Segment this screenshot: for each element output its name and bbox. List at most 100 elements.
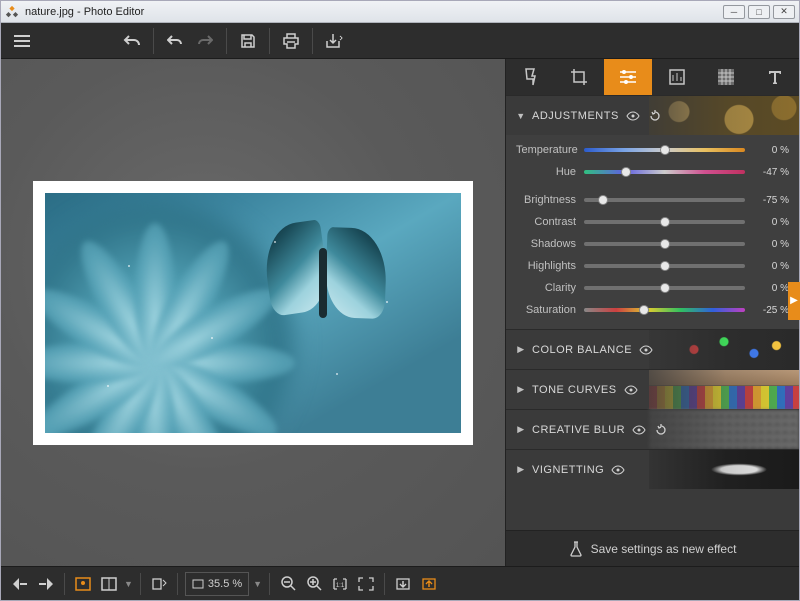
- separator: [269, 573, 270, 595]
- zoom-level[interactable]: 35.5 %: [185, 572, 249, 596]
- expand-icon: ▶: [516, 344, 526, 355]
- slider-thumb[interactable]: [660, 217, 670, 227]
- slider-label: Highlights: [516, 260, 584, 272]
- slider-thumb[interactable]: [660, 261, 670, 271]
- slider-value: -75 %: [745, 195, 789, 206]
- rotate-button[interactable]: [146, 571, 172, 597]
- side-panel: ▼ ADJUSTMENTS Temperature0 %Hue-47 %Brig…: [505, 59, 799, 566]
- collapse-icon: ▼: [516, 111, 526, 121]
- slider-thumb[interactable]: [621, 167, 631, 177]
- slider-thumb[interactable]: [660, 283, 670, 293]
- slider-track[interactable]: [584, 198, 745, 202]
- image-canvas[interactable]: [33, 181, 473, 445]
- slider-value: -25 %: [745, 305, 789, 316]
- close-button[interactable]: ✕: [773, 5, 795, 19]
- section-title: CREATIVE BLUR: [532, 424, 625, 436]
- slider-track[interactable]: [584, 170, 745, 174]
- tab-histogram[interactable]: [652, 59, 701, 95]
- print-button[interactable]: [276, 26, 306, 56]
- compare-view-button[interactable]: [96, 571, 122, 597]
- section-title: ADJUSTMENTS: [532, 110, 619, 122]
- undo-button[interactable]: [160, 26, 190, 56]
- reset-icon[interactable]: [653, 422, 669, 438]
- import-button[interactable]: [390, 571, 416, 597]
- side-tabs: [506, 59, 799, 95]
- slider-value: 0 %: [745, 217, 789, 228]
- zoom-in-button[interactable]: [301, 571, 327, 597]
- section-adjustments[interactable]: ▼ ADJUSTMENTS: [506, 95, 799, 135]
- dropdown-icon[interactable]: ▼: [253, 579, 262, 589]
- separator: [64, 573, 65, 595]
- slider-thumb[interactable]: [639, 305, 649, 315]
- slider-track[interactable]: [584, 148, 745, 152]
- zoom-fit-button[interactable]: [353, 571, 379, 597]
- tab-crop[interactable]: [555, 59, 604, 95]
- zoom-out-button[interactable]: [275, 571, 301, 597]
- tab-texture[interactable]: [701, 59, 750, 95]
- tab-adjust[interactable]: [604, 59, 653, 95]
- slider-thumb[interactable]: [660, 239, 670, 249]
- reset-icon[interactable]: [647, 108, 663, 124]
- section-title: VIGNETTING: [532, 464, 604, 476]
- slider-thumb[interactable]: [598, 195, 608, 205]
- redo-button[interactable]: [190, 26, 220, 56]
- flask-icon: [569, 541, 583, 557]
- fit-icon: [192, 579, 204, 589]
- separator: [153, 28, 154, 54]
- export-button[interactable]: [319, 26, 349, 56]
- zoom-100-button[interactable]: 1:1: [327, 571, 353, 597]
- slider-track[interactable]: [584, 264, 745, 268]
- slider-contrast: Contrast 0 %: [516, 211, 789, 233]
- slider-temperature: Temperature0 %: [516, 139, 789, 161]
- section-vignetting[interactable]: ▶ VIGNETTING: [506, 449, 799, 489]
- sliders-group: Temperature0 %Hue-47 %Brightness-75 %Con…: [506, 135, 799, 329]
- slider-highlights: Highlights0 %: [516, 255, 789, 277]
- single-view-button[interactable]: [70, 571, 96, 597]
- slider-value: -47 %: [745, 167, 789, 178]
- section-tone-curves[interactable]: ▶ TONE CURVES: [506, 369, 799, 409]
- visibility-icon[interactable]: [631, 422, 647, 438]
- tab-text[interactable]: [750, 59, 799, 95]
- svg-text:1:1: 1:1: [336, 583, 345, 589]
- slider-track[interactable]: [584, 286, 745, 290]
- slider-label: Contrast: [516, 216, 584, 228]
- slider-clarity: Clarity0 %: [516, 277, 789, 299]
- visibility-icon[interactable]: [625, 108, 641, 124]
- save-button[interactable]: [233, 26, 263, 56]
- export-image-button[interactable]: [416, 571, 442, 597]
- zoom-value: 35.5 %: [208, 578, 242, 590]
- slider-saturation: Saturation -25 %: [516, 299, 789, 321]
- minimize-button[interactable]: ─: [723, 5, 745, 19]
- app-icon: [5, 5, 19, 19]
- next-image-button[interactable]: [33, 571, 59, 597]
- prev-image-button[interactable]: [7, 571, 33, 597]
- maximize-button[interactable]: □: [748, 5, 770, 19]
- expand-icon: ▶: [516, 464, 526, 475]
- app-window: nature.jpg - Photo Editor ─ □ ✕: [0, 0, 800, 601]
- section-color-balance[interactable]: ▶ COLOR BALANCE: [506, 329, 799, 369]
- slider-label: Clarity: [516, 282, 584, 294]
- slider-label: Temperature: [516, 144, 584, 156]
- slider-track[interactable]: [584, 220, 745, 224]
- slider-track[interactable]: [584, 242, 745, 246]
- slider-value: 0 %: [745, 239, 789, 250]
- dropdown-icon[interactable]: ▼: [124, 579, 133, 589]
- panel-collapse-button[interactable]: ▶: [788, 282, 800, 320]
- canvas-area[interactable]: [1, 59, 505, 566]
- save-effect-button[interactable]: Save settings as new effect: [506, 530, 799, 566]
- slider-track[interactable]: [584, 308, 745, 312]
- section-creative-blur[interactable]: ▶ CREATIVE BLUR: [506, 409, 799, 449]
- tab-effects[interactable]: [506, 59, 555, 95]
- visibility-icon[interactable]: [638, 342, 654, 358]
- menu-button[interactable]: [7, 26, 37, 56]
- slider-label: Saturation: [516, 304, 584, 316]
- photo-content: [45, 193, 461, 433]
- expand-icon: ▶: [516, 424, 526, 435]
- expand-icon: ▶: [516, 384, 526, 395]
- undo-all-button[interactable]: [117, 26, 147, 56]
- body: ▼ ADJUSTMENTS Temperature0 %Hue-47 %Brig…: [1, 59, 799, 566]
- slider-thumb[interactable]: [660, 145, 670, 155]
- slider-shadows: Shadows0 %: [516, 233, 789, 255]
- visibility-icon[interactable]: [623, 382, 639, 398]
- visibility-icon[interactable]: [610, 462, 626, 478]
